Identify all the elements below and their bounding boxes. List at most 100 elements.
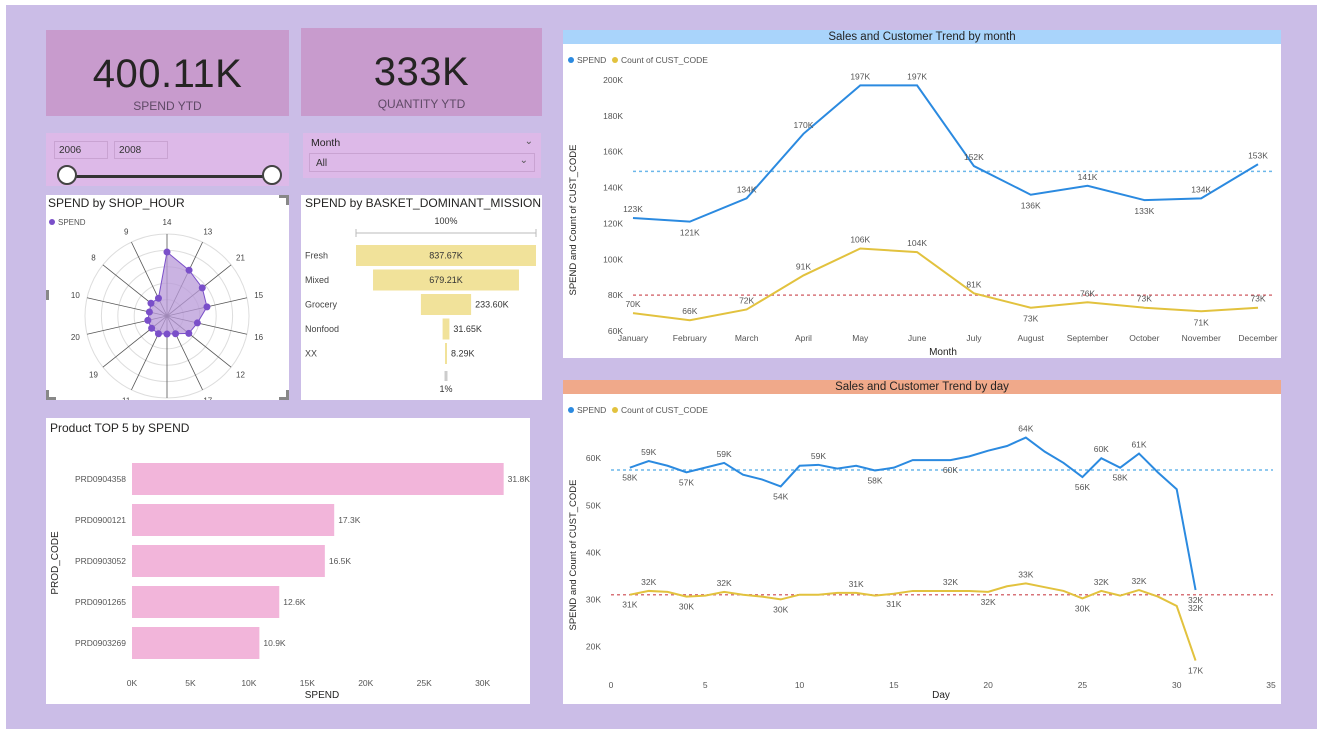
data-label: 73K	[1023, 314, 1038, 324]
data-label: 134K	[737, 184, 757, 194]
x-tick-label: May	[852, 333, 869, 343]
y-tick-label: 160K	[603, 147, 623, 157]
x-tick-label: November	[1182, 333, 1221, 343]
top5-ylabel: PROD_CODE	[50, 531, 61, 595]
x-tick-label: 30	[1172, 680, 1182, 690]
data-label: 64K	[1018, 424, 1033, 434]
year-slider-start-handle[interactable]	[57, 165, 77, 185]
y-tick-label: 140K	[603, 183, 623, 193]
radar-point	[163, 248, 171, 256]
data-label: 30K	[773, 604, 788, 614]
data-label: 71K	[1194, 317, 1209, 327]
day-legend-count-dot	[612, 407, 618, 413]
data-label: 58K	[867, 475, 882, 485]
spend-by-hour-panel: SPEND by SHOP_HOUR SPEND 141321151612171…	[46, 195, 289, 400]
year-from-input[interactable]: 2006	[54, 141, 108, 159]
data-label: 58K	[622, 473, 637, 483]
x-tick-label: April	[795, 333, 812, 343]
data-label: 197K	[907, 71, 927, 81]
x-tick-label: December	[1238, 333, 1277, 343]
kpi-spend-label: SPEND YTD	[133, 99, 202, 113]
funnel-top-label: 100%	[434, 216, 457, 226]
data-label: 54K	[773, 491, 788, 501]
data-label: 60K	[943, 465, 958, 475]
data-label: 73K	[1250, 294, 1265, 304]
top5-xlabel: SPEND	[305, 690, 339, 701]
data-label: 31K	[849, 579, 864, 589]
year-to-input[interactable]: 2008	[114, 141, 168, 159]
radar-point	[154, 294, 162, 302]
funnel-bar	[420, 294, 472, 315]
series-line	[632, 84, 1259, 223]
year-slider-end-handle[interactable]	[262, 165, 282, 185]
radar-chart: SPEND 14132115161217181119201089	[49, 218, 264, 400]
data-label: 57K	[679, 477, 694, 487]
radar-axis-label: 12	[236, 371, 245, 380]
radar-point	[154, 330, 162, 338]
top5-value-label: 16.5K	[329, 556, 352, 566]
month-slicer-label: Month	[311, 137, 341, 149]
data-label: 59K	[811, 451, 826, 461]
radar-point	[147, 299, 155, 307]
x-tick-label: October	[1129, 333, 1159, 343]
resize-handle-top-right[interactable]	[279, 195, 289, 205]
x-tick-label: June	[908, 333, 927, 343]
x-tick-label: March	[735, 333, 759, 343]
day-ylabel: SPEND and Count of CUST_CODE	[568, 479, 579, 630]
x-tick-label: 20	[983, 680, 993, 690]
radar-axis-label: 17	[203, 397, 212, 400]
year-slider-track[interactable]	[64, 175, 276, 178]
data-label: 32K	[981, 597, 996, 607]
data-label: 141K	[1078, 172, 1098, 182]
radar-axis-label: 9	[124, 227, 129, 236]
top5-category-label: PRD0900121	[75, 515, 126, 525]
resize-handle-left[interactable]	[46, 290, 49, 300]
data-label: 32K	[1131, 576, 1146, 586]
radar-axis-label: 20	[71, 333, 80, 342]
top5-xtick: 0K	[127, 678, 138, 688]
chevron-down-icon[interactable]: ⌄	[525, 136, 533, 147]
funnel-value-label: 233.60K	[475, 300, 509, 310]
data-label: 31K	[622, 600, 637, 610]
top5-bar	[132, 504, 335, 536]
data-label: 30K	[679, 602, 694, 612]
top5-bar	[132, 586, 280, 618]
data-label: 61K	[1131, 440, 1146, 450]
legend-count-label: Count of CUST_CODE	[621, 55, 708, 65]
data-label: 73K	[1137, 294, 1152, 304]
top5-bar	[132, 463, 504, 495]
top5-category-label: PRD0901265	[75, 597, 126, 607]
day-trend-panel: Sales and Customer Trend by day SPEND Co…	[563, 380, 1281, 704]
day-legend-count-label: Count of CUST_CODE	[621, 405, 708, 415]
data-label: 123K	[623, 204, 643, 214]
radar-axis-label: 16	[254, 333, 263, 342]
data-label: 136K	[1021, 201, 1041, 211]
y-tick-label: 20K	[586, 641, 601, 651]
radar-axis-label: 19	[89, 371, 98, 380]
legend-spend-dot	[568, 57, 574, 63]
funnel-value-label: 8.29K	[451, 349, 475, 359]
data-label: 106K	[850, 235, 870, 245]
month-dropdown-value: All	[316, 158, 328, 169]
funnel-category-label: Nonfood	[305, 324, 339, 334]
data-label: 197K	[850, 71, 870, 81]
month-slicer[interactable]: Month ⌄ All ⌄	[303, 133, 541, 178]
x-tick-label: 35	[1266, 680, 1276, 690]
resize-handle-bottom-left[interactable]	[46, 390, 56, 400]
top5-value-label: 10.9K	[263, 638, 286, 648]
year-range-slicer[interactable]: 2006 2008	[46, 133, 289, 186]
resize-handle-bottom-right[interactable]	[279, 390, 289, 400]
funnel-category-label: Fresh	[305, 251, 328, 261]
top5-xtick: 10K	[241, 678, 256, 688]
top5-bar	[132, 627, 260, 659]
data-label: 66K	[682, 306, 697, 316]
month-dropdown[interactable]: All ⌄	[309, 153, 535, 172]
data-label: 32K	[943, 577, 958, 587]
radar-point	[145, 308, 153, 316]
data-label: 30K	[1075, 603, 1090, 613]
kpi-spend-value: 400.11K	[92, 52, 243, 96]
radar-axis-label: 11	[122, 397, 131, 400]
top5-value-label: 12.6K	[283, 597, 306, 607]
day-trend-chart: SPEND Count of CUST_CODE 20K 30K 40K 50K 60K…	[568, 405, 1276, 701]
top5-xtick: 15K	[300, 678, 315, 688]
